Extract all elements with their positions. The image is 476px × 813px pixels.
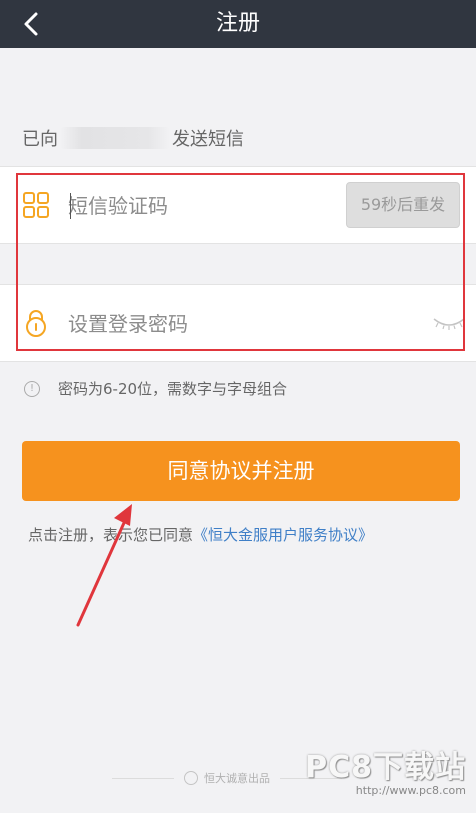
nav-bar: 注册 (0, 0, 476, 48)
password-input[interactable] (66, 303, 330, 345)
watermark-brand: PC8下载站 (305, 750, 466, 785)
agree-register-button[interactable]: 同意协议并注册 (22, 441, 460, 501)
resend-code-button[interactable]: 59秒后重发 (346, 182, 460, 228)
agreement-link[interactable]: 《恒大金服用户服务协议》 (193, 526, 373, 544)
site-watermark: PC8下载站 http://www.pc8.com (305, 742, 466, 797)
sms-tip-suffix: 发送短信 (172, 129, 244, 150)
info-icon: ! (24, 380, 40, 397)
page-title: 注册 (215, 11, 260, 36)
password-hint: ! 密码为6-20位，需数字与字母组合 (24, 378, 287, 399)
text-cursor (70, 193, 71, 219)
sms-tip-prefix: 已向 (22, 129, 58, 150)
password-row (0, 284, 476, 362)
password-hint-text: 密码为6-20位，需数字与字母组合 (58, 380, 288, 398)
sms-code-input[interactable] (66, 185, 330, 227)
sms-code-row: 59秒后重发 (0, 166, 476, 244)
annotation-arrow-icon (76, 504, 132, 627)
sms-sent-tip: 已向 发送短信 (22, 125, 244, 151)
footer-text: 恒大诚意出品 (204, 772, 270, 785)
eye-closed-icon[interactable] (432, 315, 466, 331)
lock-icon (26, 310, 46, 337)
masked-phone-number (60, 127, 170, 149)
grid-icon (23, 192, 49, 218)
footer-divider-left (112, 777, 174, 779)
brand-logo-icon (184, 771, 198, 785)
